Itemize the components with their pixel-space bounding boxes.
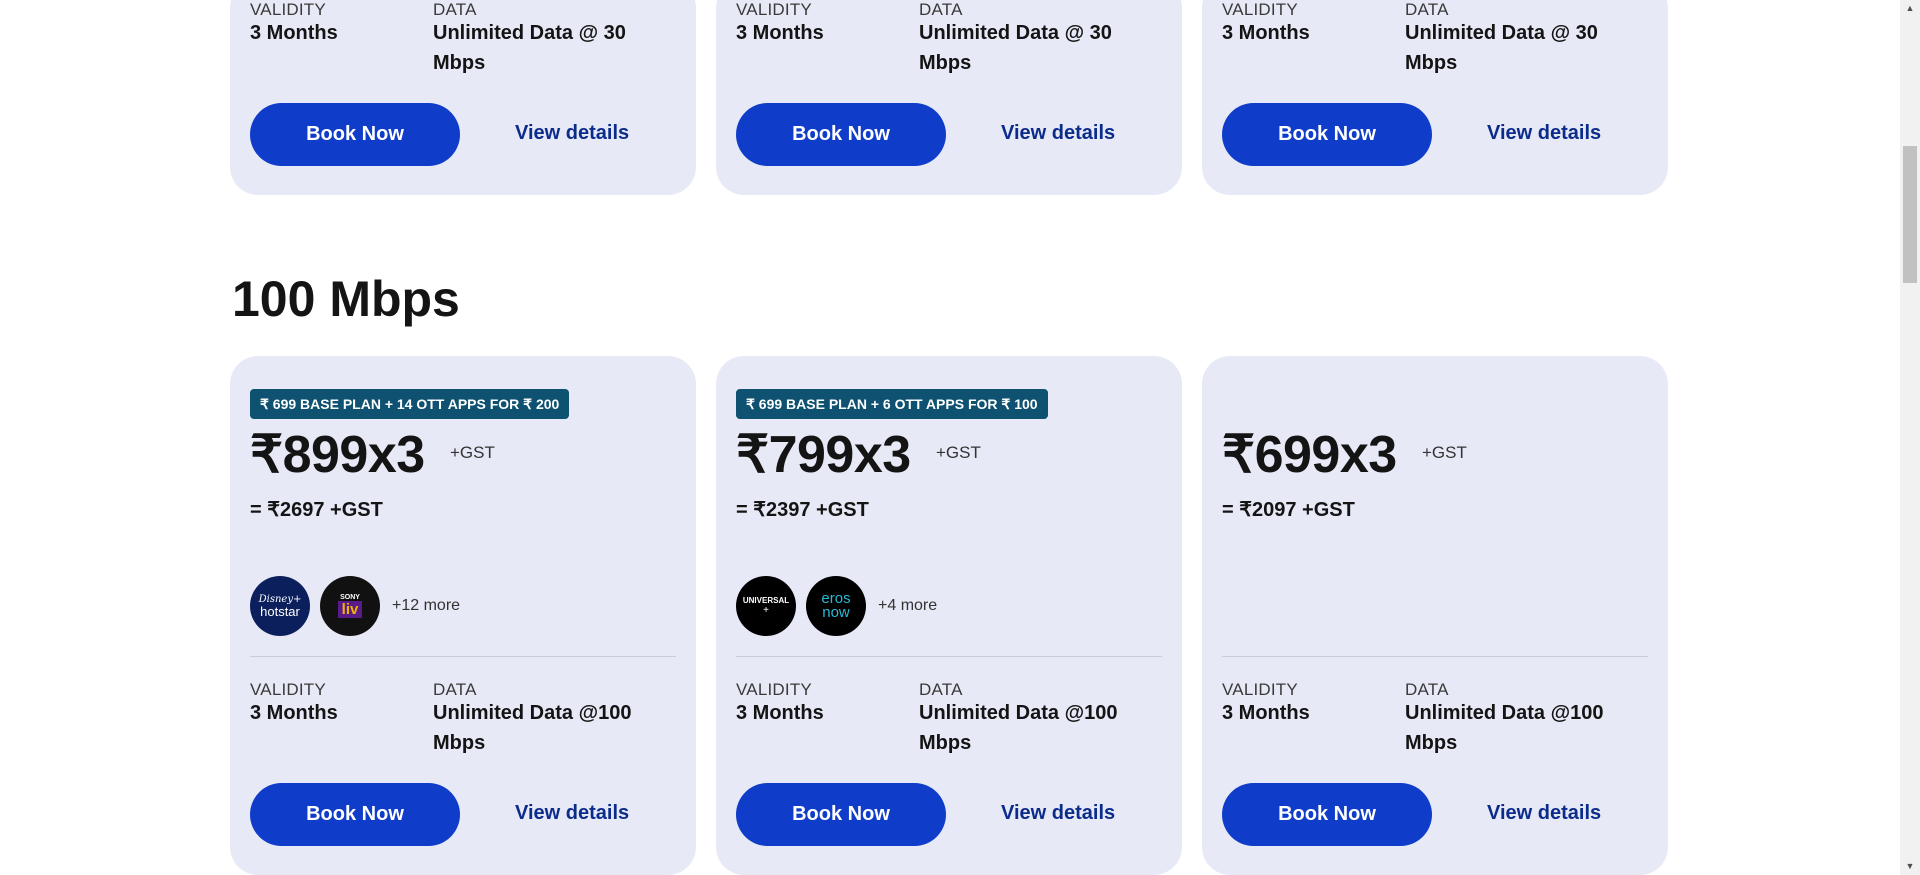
validity-value: 3 Months: [736, 702, 824, 724]
data-label: DATA: [919, 0, 963, 19]
universal-plus-logo-text: UNIVERSAL: [742, 596, 790, 605]
data-value-line2: Mbps: [1405, 732, 1458, 754]
data-label: DATA: [433, 680, 477, 699]
book-now-button[interactable]: Book Now: [736, 783, 946, 846]
data-value-line2: Mbps: [433, 52, 486, 74]
ott-apps-row: Disney+ hotstar SONY liv +12 more: [250, 575, 460, 637]
card-divider: [736, 656, 1162, 657]
validity-value: 3 Months: [736, 22, 824, 44]
universal-plus-logo: UNIVERSAL +: [736, 576, 796, 636]
data-value-line1: Unlimited Data @ 30: [919, 22, 1112, 44]
data-label: DATA: [1405, 680, 1449, 699]
validity-label: VALIDITY: [250, 680, 326, 699]
plan-card-100mbps: ₹ 699 BASE PLAN + 6 OTT APPS FOR ₹ 100 ₹…: [716, 356, 1182, 875]
data-value-line1: Unlimited Data @100: [1405, 702, 1604, 724]
book-now-button[interactable]: Book Now: [736, 103, 946, 166]
plan-price: ₹799x3: [736, 426, 911, 484]
plans-page: VALIDITY DATA 3 Months Unlimited Data @ …: [0, 0, 1900, 875]
data-label: DATA: [1405, 0, 1449, 19]
disney-hotstar-logo-text2: hotstar: [260, 603, 300, 619]
data-value-line1: Unlimited Data @100: [433, 702, 632, 724]
scrollbar-thumb[interactable]: [1903, 146, 1917, 283]
disney-hotstar-logo: Disney+ hotstar: [250, 576, 310, 636]
card-divider: [1222, 656, 1648, 657]
data-value-line2: Mbps: [433, 732, 486, 754]
plan-total: = ₹2697 +GST: [250, 499, 383, 521]
view-details-link[interactable]: View details: [515, 802, 629, 825]
data-value-line1: Unlimited Data @ 30: [433, 22, 626, 44]
validity-value: 3 Months: [250, 22, 338, 44]
sony-liv-logo-text: SONY: [340, 594, 360, 601]
card-divider: [250, 656, 676, 657]
book-now-button[interactable]: Book Now: [1222, 783, 1432, 846]
data-value-line1: Unlimited Data @100: [919, 702, 1118, 724]
book-now-button[interactable]: Book Now: [1222, 103, 1432, 166]
plan-price: ₹699x3: [1222, 426, 1397, 484]
data-label: DATA: [433, 0, 477, 19]
plan-card-30mbps: VALIDITY DATA 3 Months Unlimited Data @ …: [1202, 0, 1668, 195]
view-details-link[interactable]: View details: [1001, 802, 1115, 825]
validity-label: VALIDITY: [1222, 0, 1298, 19]
validity-label: VALIDITY: [250, 0, 326, 19]
scroll-down-arrow-icon[interactable]: ▼: [1900, 858, 1920, 875]
section-title: 100 Mbps: [232, 271, 460, 327]
view-details-link[interactable]: View details: [1001, 122, 1115, 145]
book-now-button[interactable]: Book Now: [250, 783, 460, 846]
validity-value: 3 Months: [1222, 702, 1310, 724]
price-gst: +GST: [1422, 443, 1467, 462]
data-value-line2: Mbps: [919, 732, 972, 754]
data-value-line2: Mbps: [919, 52, 972, 74]
sony-liv-logo: SONY liv: [320, 576, 380, 636]
data-value-line1: Unlimited Data @ 30: [1405, 22, 1598, 44]
plan-card-30mbps: VALIDITY DATA 3 Months Unlimited Data @ …: [230, 0, 696, 195]
view-details-link[interactable]: View details: [1487, 802, 1601, 825]
more-apps-count: +4 more: [878, 597, 938, 614]
validity-value: 3 Months: [1222, 22, 1310, 44]
plan-total: = ₹2397 +GST: [736, 499, 869, 521]
more-apps-count: +12 more: [392, 597, 461, 614]
vertical-scrollbar[interactable]: ▲ ▼: [1900, 0, 1920, 875]
eros-now-logo: eros now: [806, 576, 866, 636]
plan-total: = ₹2097 +GST: [1222, 499, 1355, 521]
validity-label: VALIDITY: [736, 0, 812, 19]
price-gst: +GST: [450, 443, 495, 462]
offer-badge: ₹ 699 BASE PLAN + 6 OTT APPS FOR ₹ 100: [736, 389, 1048, 419]
ott-apps-row: UNIVERSAL + eros now +4 more: [736, 575, 937, 637]
plan-card-100mbps: ₹ 699 BASE PLAN + 14 OTT APPS FOR ₹ 200 …: [230, 356, 696, 875]
validity-value: 3 Months: [250, 702, 338, 724]
price-gst: +GST: [936, 443, 981, 462]
validity-label: VALIDITY: [1222, 680, 1298, 699]
book-now-button[interactable]: Book Now: [250, 103, 460, 166]
scroll-up-arrow-icon[interactable]: ▲: [1900, 0, 1920, 17]
plan-card-30mbps: VALIDITY DATA 3 Months Unlimited Data @ …: [716, 0, 1182, 195]
validity-label: VALIDITY: [736, 680, 812, 699]
view-details-link[interactable]: View details: [515, 122, 629, 145]
plan-price: ₹899x3: [250, 426, 425, 484]
sony-liv-logo-text2: liv: [337, 601, 363, 618]
data-value-line2: Mbps: [1405, 52, 1458, 74]
offer-badge: ₹ 699 BASE PLAN + 14 OTT APPS FOR ₹ 200: [250, 389, 570, 419]
plan-card-100mbps: ₹699x3 +GST = ₹2097 +GST VALIDITY DATA 3…: [1202, 356, 1668, 875]
data-label: DATA: [919, 680, 963, 699]
universal-plus-logo-text2: +: [763, 605, 769, 616]
eros-now-logo-text2: now: [822, 604, 850, 621]
view-details-link[interactable]: View details: [1487, 122, 1601, 145]
